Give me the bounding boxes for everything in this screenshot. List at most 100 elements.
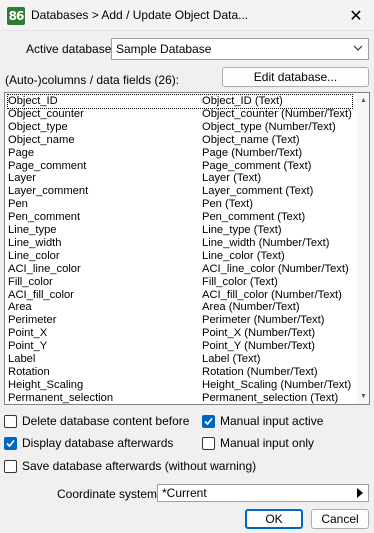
active-database-select[interactable]: Sample Database — [111, 38, 369, 60]
field-row[interactable]: Fill_color Fill_color (Text) — [8, 276, 352, 289]
field-row[interactable]: Line_color Line_color (Text) — [8, 250, 352, 263]
edit-database-button[interactable]: Edit database... — [222, 67, 369, 87]
field-row[interactable]: Height_Scaling Height_Scaling (Number/Tex… — [8, 379, 352, 392]
field-name: Object_type — [8, 120, 68, 133]
field-row[interactable]: Pen Pen (Text) — [8, 198, 352, 211]
save-afterwards-option[interactable]: Save database afterwards (without warnin… — [4, 459, 256, 473]
field-row[interactable]: Page_comment Page_comment (Text) — [8, 160, 352, 173]
field-name: Object_counter — [8, 107, 84, 120]
field-name: Line_color — [8, 249, 60, 262]
field-row[interactable]: Object_counter Object_counter (Number/Tex… — [8, 108, 352, 121]
field-type: Height_Scaling (Number/Text) — [202, 378, 352, 391]
field-type: Rotation (Number/Text) — [202, 365, 318, 378]
field-type: Object_ID (Text) — [202, 95, 283, 107]
display-afterwards-option[interactable]: Display database afterwards — [4, 436, 173, 450]
fields-listbox[interactable]: Object_ID Object_ID (Text) Object_counter O… — [4, 92, 370, 405]
manual-input-only-checkbox[interactable] — [202, 436, 215, 450]
field-type: Label (Text) — [202, 353, 261, 365]
field-name: Layer_comment — [8, 185, 89, 198]
field-row[interactable]: Point_Y Point_Y (Number/Text) — [8, 340, 352, 353]
field-type: Line_type (Text) — [202, 224, 282, 236]
field-type: Layer_comment (Text) — [202, 185, 314, 198]
field-row[interactable]: Point_X Point_X (Number/Text) — [8, 327, 352, 340]
manual-input-active-label: Manual input active — [220, 414, 324, 428]
field-name: Line_width — [8, 236, 62, 249]
field-row[interactable]: Layer Layer (Text) — [8, 172, 352, 185]
ok-button[interactable]: OK — [245, 509, 303, 529]
field-row[interactable]: Pen_comment Pen_comment (Text) — [8, 211, 352, 224]
field-name: Fill_color — [8, 275, 53, 288]
field-type: Pen_comment (Text) — [202, 211, 306, 224]
field-name: Object_ID — [8, 95, 58, 107]
delete-content-label: Delete database content before — [22, 414, 190, 428]
manual-input-only-label: Manual input only — [220, 436, 315, 450]
manual-input-active-option[interactable]: Manual input active — [202, 414, 323, 428]
delete-content-checkbox[interactable] — [4, 414, 17, 428]
field-type: Perimeter (Number/Text) — [202, 314, 325, 327]
field-row[interactable]: ACI_line_color ACI_line_color (Number/Tex… — [8, 263, 352, 276]
field-type: Line_width (Number/Text) — [202, 236, 330, 249]
field-name: Page — [8, 146, 35, 159]
field-row[interactable]: Line_type Line_type (Text) — [8, 224, 352, 237]
field-type: Point_X (Number/Text) — [202, 327, 316, 340]
field-type: Fill_color (Text) — [202, 275, 278, 288]
field-type: Object_name (Text) — [202, 133, 300, 146]
field-name: Pen_comment — [8, 211, 81, 224]
chevron-down-icon — [353, 45, 363, 51]
field-type: Permanent_selection (Text) — [202, 391, 339, 404]
vertical-scrollbar[interactable]: ▲ ▼ — [357, 93, 369, 404]
field-type: Page (Number/Text) — [202, 146, 303, 159]
delete-content-option[interactable]: Delete database content before — [4, 414, 189, 428]
field-name: Page_comment — [8, 159, 87, 172]
app-logo-icon: 86 — [7, 7, 25, 25]
field-row[interactable]: Page Page (Number/Text) — [8, 147, 352, 160]
field-type: Pen (Text) — [202, 198, 253, 211]
scroll-up-icon[interactable]: ▲ — [359, 96, 368, 105]
field-name: Permanent_selection — [8, 391, 114, 404]
field-row[interactable]: Perimeter Perimeter (Number/Text) — [8, 314, 352, 327]
scroll-down-icon[interactable]: ▼ — [359, 392, 368, 401]
checkmark-icon — [204, 417, 213, 425]
field-type: ACI_line_color (Number/Text) — [202, 262, 349, 275]
checkmark-icon — [6, 439, 15, 447]
field-type: Page_comment (Text) — [202, 159, 312, 172]
field-name: ACI_line_color — [8, 262, 81, 275]
field-row[interactable]: Area Area (Number/Text) — [8, 301, 352, 314]
field-type: ACI_fill_color (Number/Text) — [202, 288, 342, 301]
display-afterwards-label: Display database afterwards — [22, 436, 174, 450]
field-row[interactable]: Label Label (Text) — [8, 353, 352, 366]
save-afterwards-checkbox[interactable] — [4, 459, 17, 473]
field-name: Area — [8, 301, 32, 314]
field-row[interactable]: Object_ID Object_ID (Text) — [7, 94, 353, 109]
field-row[interactable]: Rotation Rotation (Number/Text) — [8, 366, 352, 379]
field-row[interactable]: Permanent_selection Permanent_selection (… — [8, 391, 352, 404]
field-row[interactable]: Layer_comment Layer_comment (Text) — [8, 185, 352, 198]
coordinate-system-select[interactable]: *Current — [157, 484, 369, 502]
field-row[interactable]: ACI_fill_color ACI_fill_color (Number/Tex… — [8, 289, 352, 302]
active-database-value: Sample Database — [116, 42, 212, 56]
cancel-button[interactable]: Cancel — [311, 509, 369, 529]
active-database-label: Active database: — [26, 42, 115, 56]
chevron-right-icon — [357, 488, 363, 498]
field-row[interactable]: Object_type Object_type (Number/Text) — [8, 121, 352, 134]
window-title: Databases > Add / Update Object Data... — [31, 8, 249, 22]
coordinate-system-value: *Current — [162, 486, 207, 500]
fields-label: (Auto-)columns / data fields (26): — [5, 73, 180, 87]
close-button[interactable]: ✕ — [338, 0, 374, 31]
field-type: Line_color (Text) — [202, 249, 285, 262]
coordinate-system-label: Coordinate system: — [57, 487, 161, 501]
field-name: Point_Y — [8, 340, 48, 353]
title-bar: 86 Databases > Add / Update Object Data.… — [0, 0, 374, 31]
display-afterwards-checkbox[interactable] — [4, 436, 17, 450]
field-name: ACI_fill_color — [8, 288, 74, 301]
field-name: Perimeter — [8, 314, 57, 327]
field-name: Rotation — [8, 365, 50, 378]
field-row[interactable]: Line_width Line_width (Number/Text) — [8, 237, 352, 250]
manual-input-only-option[interactable]: Manual input only — [202, 436, 314, 450]
field-name: Layer — [8, 172, 36, 185]
field-row[interactable]: Object_name Object_name (Text) — [8, 134, 352, 147]
field-name: Point_X — [8, 327, 48, 340]
field-type: Object_counter (Number/Text) — [202, 107, 352, 120]
field-name: Label — [8, 353, 36, 365]
manual-input-active-checkbox[interactable] — [202, 414, 215, 428]
